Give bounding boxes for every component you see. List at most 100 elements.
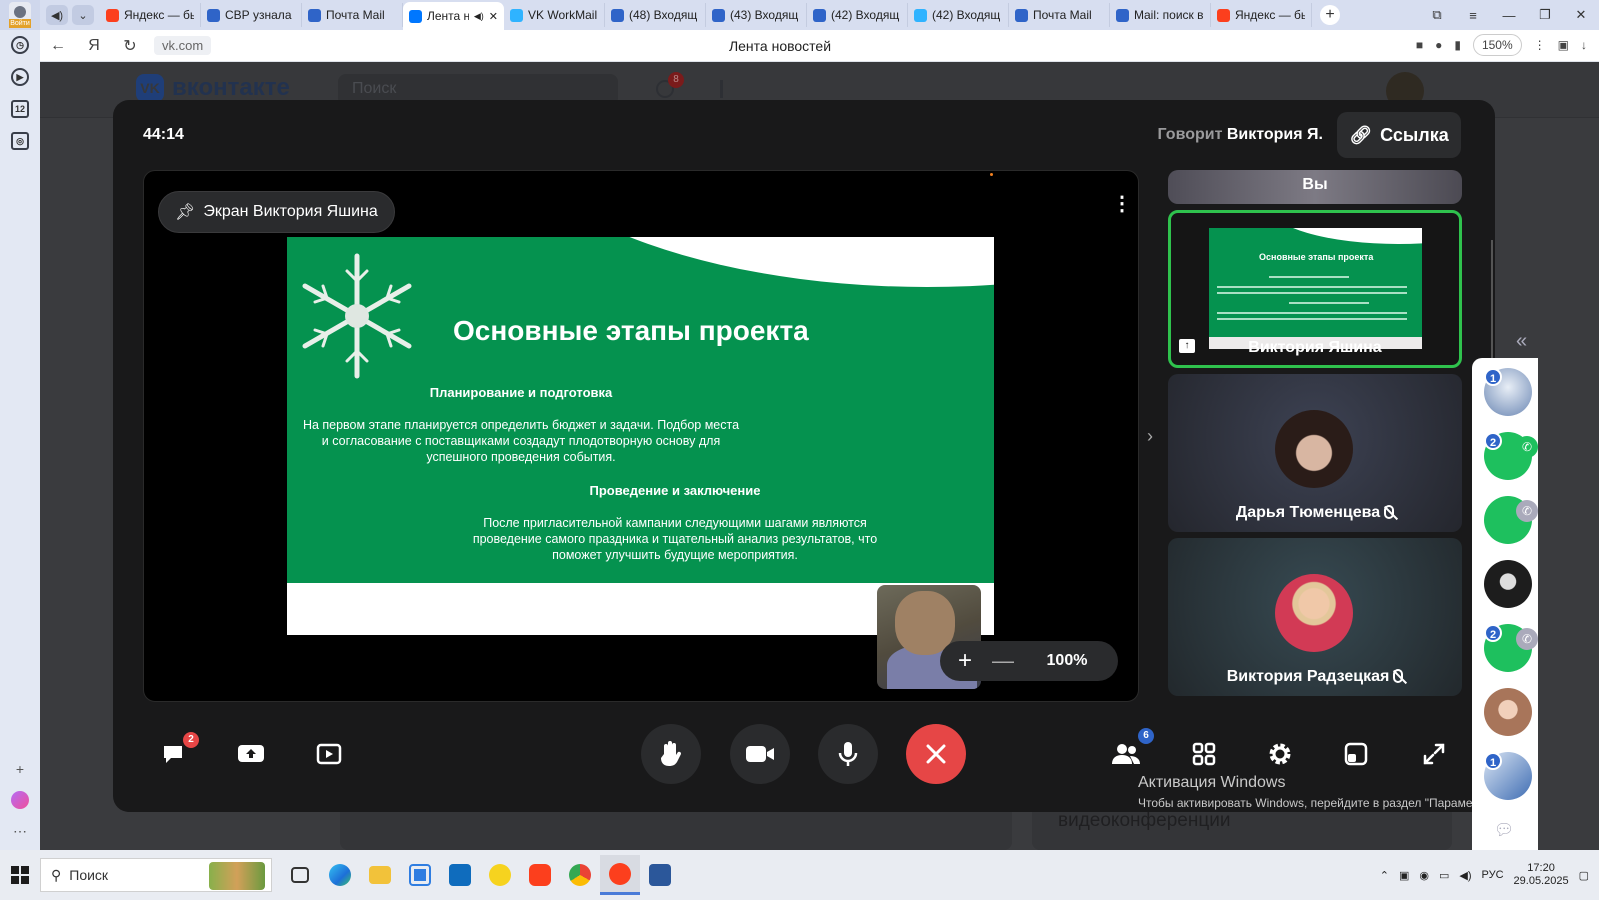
browser-tab[interactable]: (48) Входящ: [605, 3, 706, 27]
word-icon[interactable]: [640, 855, 680, 895]
raise-hand-button[interactable]: [641, 724, 701, 784]
tray-network-icon[interactable]: ◉: [1419, 869, 1429, 882]
calendar-icon[interactable]: 12: [11, 100, 29, 118]
mail-at-icon: [207, 8, 220, 22]
volume-icon[interactable]: ◀): [1459, 869, 1471, 882]
browser-tab[interactable]: Яндекс — бы: [100, 3, 201, 27]
taskbar-search-label: Поиск: [69, 867, 109, 883]
tray-app-icon[interactable]: ▣: [1399, 869, 1409, 882]
new-tab-button[interactable]: +: [1320, 5, 1340, 25]
call-timer: 44:14: [143, 126, 184, 143]
chat-avatar[interactable]: ✆: [1484, 496, 1538, 544]
zoom-indicator[interactable]: 150%: [1472, 34, 1522, 56]
notifications-icon[interactable]: ▢: [1579, 869, 1589, 882]
effects-button[interactable]: [299, 724, 359, 784]
browser-tab[interactable]: СВР узнала с: [201, 3, 302, 27]
minimize-button[interactable]: —: [1491, 8, 1527, 23]
url-field[interactable]: vk.com: [154, 36, 212, 55]
browser-tab[interactable]: Mail: поиск в: [1110, 3, 1211, 27]
browser-tab[interactable]: Почта Mail: [302, 3, 403, 27]
chat-button[interactable]: 2: [143, 724, 203, 784]
camera-button[interactable]: [730, 724, 790, 784]
chat-avatar[interactable]: 2 ✆: [1484, 624, 1538, 672]
windows-logo-icon: [11, 866, 29, 884]
mute-tab-icon[interactable]: ◀): [46, 5, 68, 25]
back-button[interactable]: ←: [40, 37, 76, 55]
chevron-right-icon[interactable]: ›: [1147, 426, 1153, 447]
pinned-screen-chip[interactable]: 📌︎ Экран Виктория Яшина: [158, 191, 395, 233]
yandex-app-icon[interactable]: [520, 855, 560, 895]
download-icon[interactable]: ↓: [1581, 38, 1587, 52]
collapse-panel-icon[interactable]: «: [1516, 330, 1527, 353]
zoom-in-button[interactable]: +: [940, 647, 990, 675]
music-icon[interactable]: [720, 80, 736, 98]
speaker-icon[interactable]: ◀): [474, 11, 484, 22]
browser-tab[interactable]: Лента н ◀) ✕: [403, 2, 504, 30]
profile-button[interactable]: Войти: [0, 0, 40, 30]
yandex-browser-icon[interactable]: [600, 855, 640, 895]
edge-icon[interactable]: [320, 855, 360, 895]
participant-tile[interactable]: Дарья Тюменцева: [1168, 374, 1462, 532]
microphone-button[interactable]: [818, 724, 878, 784]
chat-bubble-icon[interactable]: 💬︎: [1494, 820, 1514, 840]
add-panel-icon[interactable]: +: [16, 761, 24, 777]
share-screen-button[interactable]: [221, 724, 281, 784]
mic-indicator-icon[interactable]: ●: [1435, 38, 1442, 52]
menu-icon[interactable]: ≡: [1455, 8, 1491, 23]
chat-avatar[interactable]: [1484, 688, 1532, 736]
yandex-home-button[interactable]: Я: [76, 37, 112, 55]
pip-button[interactable]: [1326, 724, 1386, 784]
downloads-folder-icon[interactable]: ▣: [1558, 38, 1569, 52]
media-icon[interactable]: ▶: [11, 68, 29, 86]
chat-avatar[interactable]: 1: [1484, 368, 1532, 416]
participant-tile-active[interactable]: Основные этапы проекта ↑ Виктория Яшина: [1168, 210, 1462, 368]
alice-assistant-icon[interactable]: [11, 791, 29, 809]
history-icon[interactable]: ◷: [11, 36, 29, 54]
browser-tab[interactable]: (42) Входящ: [807, 3, 908, 27]
store-icon[interactable]: [400, 855, 440, 895]
vk-logo[interactable]: VK вконтакте: [136, 74, 290, 102]
taskbar-search[interactable]: ⚲ Поиск: [40, 858, 272, 892]
speaking-name: Виктория Я.: [1226, 126, 1323, 143]
camera-indicator-icon[interactable]: ■: [1416, 38, 1423, 52]
browser-tab[interactable]: Яндекс — бы: [1211, 3, 1312, 27]
fullscreen-button[interactable]: [1404, 724, 1464, 784]
copy-link-button[interactable]: 🔗︎ Ссылка: [1337, 112, 1461, 158]
language-indicator[interactable]: РУС: [1482, 869, 1504, 881]
end-call-button[interactable]: [906, 724, 966, 784]
task-view-icon[interactable]: [280, 855, 320, 895]
clock[interactable]: 17:20 29.05.2025: [1514, 862, 1569, 888]
chat-avatar[interactable]: 2 ✆: [1484, 432, 1538, 480]
browser-tab[interactable]: (43) Входящ: [706, 3, 807, 27]
start-button[interactable]: [0, 866, 40, 884]
stage-menu-icon[interactable]: ⋮: [1112, 191, 1132, 216]
browser-tab[interactable]: VK WorkMail: [504, 3, 605, 27]
chrome-icon[interactable]: [560, 855, 600, 895]
zoom-out-button[interactable]: —: [990, 648, 1016, 674]
bookmark-icon[interactable]: ▮: [1454, 38, 1461, 52]
browser-tab[interactable]: (42) Входящ: [908, 3, 1009, 27]
participant-tile[interactable]: Виктория Радзецкая: [1168, 538, 1462, 696]
file-explorer-icon[interactable]: [360, 855, 400, 895]
tray-chevron-icon[interactable]: ⌃: [1380, 869, 1389, 882]
hand-icon: [661, 741, 682, 766]
screen-share-stage[interactable]: Основные этапы проекта Планирование и по…: [143, 170, 1139, 702]
mail-icon: [308, 8, 321, 22]
close-tab-icon[interactable]: ✕: [489, 10, 498, 23]
reload-button[interactable]: ↻: [112, 36, 148, 56]
screenshot-icon[interactable]: ◎: [11, 132, 29, 150]
grid-icon: [1192, 742, 1216, 766]
chat-avatar[interactable]: 1: [1484, 752, 1532, 800]
browser-tab[interactable]: Почта Mail: [1009, 3, 1110, 27]
sidepanel-more-icon[interactable]: ⋯: [13, 823, 27, 840]
app-icon[interactable]: [480, 855, 520, 895]
tabs-dropdown-icon[interactable]: ⌄: [72, 5, 94, 25]
wifi-icon[interactable]: ▭: [1439, 869, 1449, 882]
chat-avatar[interactable]: [1484, 560, 1532, 608]
outlook-icon[interactable]: [440, 855, 480, 895]
more-icon[interactable]: ⋮: [1534, 38, 1546, 52]
close-window-button[interactable]: ✕: [1563, 7, 1599, 23]
participant-tile-you[interactable]: Вы: [1168, 170, 1462, 204]
restore-button[interactable]: ❐: [1527, 7, 1563, 23]
tab-list-icon[interactable]: ⧉: [1419, 7, 1455, 23]
